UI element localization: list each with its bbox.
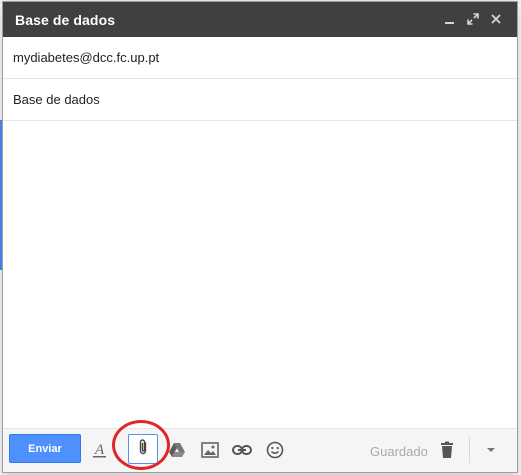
- compose-titlebar[interactable]: Base de dados: [3, 2, 517, 37]
- svg-text:A: A: [94, 442, 105, 458]
- close-icon[interactable]: [485, 8, 507, 30]
- discard-icon[interactable]: [436, 439, 458, 461]
- subject-value: Base de dados: [13, 92, 100, 107]
- attach-file-button[interactable]: [128, 434, 158, 464]
- emoji-icon[interactable]: [264, 439, 286, 461]
- subject-field[interactable]: Base de dados: [3, 79, 517, 121]
- draft-saved-status: Guardado: [370, 444, 428, 459]
- send-button[interactable]: Enviar: [9, 434, 81, 463]
- compose-title: Base de dados: [15, 12, 116, 28]
- toolbar-divider: [469, 437, 470, 463]
- message-body[interactable]: [3, 123, 517, 428]
- minimize-icon[interactable]: [439, 8, 461, 30]
- attach-file-icon: [137, 438, 149, 461]
- compose-window: Base de dados mydiabetes@dcc.fc.up.pt Ba…: [2, 1, 518, 473]
- more-options-icon[interactable]: [480, 439, 502, 461]
- compose-toolbar: Enviar A Guardado: [3, 428, 517, 472]
- formatting-icon[interactable]: A: [89, 439, 111, 461]
- popout-icon[interactable]: [462, 8, 484, 30]
- insert-photo-icon[interactable]: [199, 439, 221, 461]
- google-drive-icon[interactable]: [166, 439, 188, 461]
- insert-link-icon[interactable]: [231, 439, 253, 461]
- recipient-value: mydiabetes@dcc.fc.up.pt: [13, 50, 160, 65]
- to-field[interactable]: mydiabetes@dcc.fc.up.pt: [3, 37, 517, 79]
